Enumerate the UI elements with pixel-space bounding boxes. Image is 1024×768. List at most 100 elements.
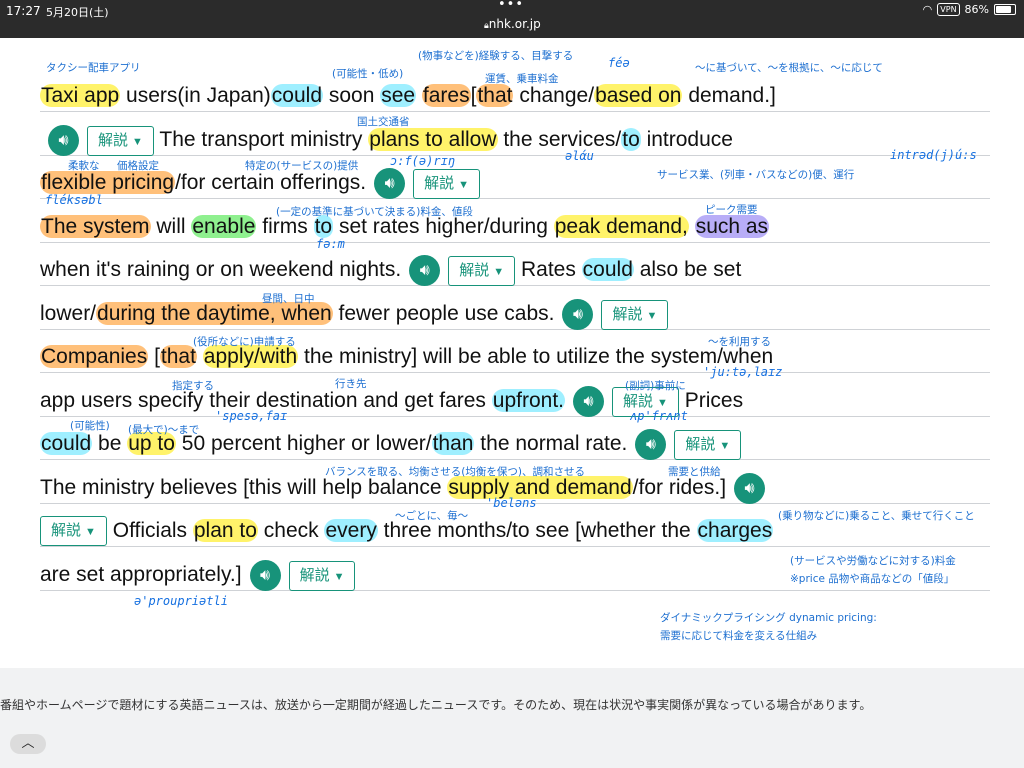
- highlighted-phrase: that: [476, 84, 514, 107]
- explanation-button[interactable]: 解説 ▼: [413, 168, 481, 199]
- pronunciation: əlάu: [565, 149, 594, 163]
- annotation: 柔軟な: [68, 160, 100, 172]
- text-segment: when it's raining or on weekend nights.: [40, 258, 402, 282]
- annotation: 指定する: [172, 380, 214, 392]
- highlighted-phrase: that: [159, 345, 197, 368]
- caret-down-icon: ▼: [646, 309, 658, 322]
- text-segment: the ministry] will be able to utilize th…: [298, 345, 774, 368]
- explanation-button[interactable]: 解説 ▼: [87, 125, 154, 156]
- text-segment: 50 percent higher or lower/: [175, 432, 432, 456]
- highlighted-phrase: could: [581, 258, 634, 282]
- article-line: lower/during the daytime, when fewer peo…: [40, 299, 669, 330]
- annotation: 国土交通省: [357, 116, 410, 128]
- url-text: nhk.or.jp: [488, 17, 541, 31]
- explanation-button[interactable]: 解説 ▼: [448, 255, 516, 286]
- text-segment: users(in Japan): [120, 84, 271, 107]
- highlighted-phrase: than: [431, 432, 475, 456]
- highlighted-phrase: every: [324, 519, 378, 542]
- address-bar[interactable]: 🔒︎nhk.or.jp: [484, 17, 541, 31]
- explanation-label: 解説: [623, 392, 654, 410]
- article-line: are set appropriately.] 🔊︎ 解説 ▼: [40, 560, 356, 591]
- highlighted-phrase: Taxi app: [40, 84, 121, 107]
- annotation: バランスを取る、均衡させる(均衡を保つ)、調和させる: [325, 466, 585, 478]
- pronunciation: 'ju:tə,laɪz: [703, 365, 783, 379]
- disclaimer-text: 番組やホームページで題材にする英語ニュースは、放送から一定期間が経過したニュース…: [0, 698, 872, 712]
- battery-percent: 86%: [964, 3, 989, 16]
- speaker-icon[interactable]: 🔊︎: [374, 168, 406, 199]
- explanation-button[interactable]: 解説 ▼: [288, 560, 356, 591]
- caret-down-icon: ▼: [657, 396, 668, 409]
- highlighted-phrase: upfront.: [491, 389, 565, 413]
- text-segment: soon: [323, 84, 381, 107]
- battery-icon: [994, 4, 1016, 15]
- annotation: タクシー配車アプリ: [46, 62, 141, 74]
- speaker-icon[interactable]: 🔊︎: [635, 429, 667, 460]
- explanation-button[interactable]: 解説 ▼: [601, 299, 669, 330]
- annotation: (乗り物などに)乗ること、乗せて行くこと: [778, 510, 975, 522]
- caret-down-icon: ▼: [458, 178, 470, 191]
- highlighted-phrase: supply and demand: [447, 476, 633, 500]
- speaker-icon[interactable]: 🔊︎: [48, 125, 79, 156]
- speaker-icon[interactable]: 🔊︎: [409, 255, 441, 286]
- explanation-label: 解説: [459, 261, 490, 279]
- explanation-label: 解説: [299, 566, 330, 584]
- annotation: (物事などを)経験する、目撃する: [418, 50, 574, 62]
- speaker-icon[interactable]: 🔊︎: [249, 560, 281, 591]
- pronunciation: ʌp'frʌnt: [630, 409, 688, 423]
- highlighted-phrase: Companies: [40, 345, 149, 368]
- annotation: ピーク需要: [705, 204, 758, 216]
- text-segment: change/: [513, 84, 595, 107]
- speaker-icon[interactable]: 🔊︎: [562, 299, 594, 330]
- annotation: (可能性): [70, 420, 110, 432]
- text-segment: fewer people use cabs.: [332, 302, 555, 326]
- annotation: (役所などに)申請する: [193, 336, 296, 348]
- highlighted-phrase: flexible pricing: [40, 171, 176, 195]
- text-segment: check: [257, 519, 325, 542]
- text-segment: /for rides.]: [632, 476, 727, 500]
- explanation-button[interactable]: 解説 ▼: [40, 516, 107, 547]
- highlighted-phrase: plans to allow: [368, 128, 498, 152]
- annotation: ～に基づいて、～を根拠に、～に応じて: [695, 62, 883, 74]
- pronunciation: ɔ:f(ə)rɪŋ: [390, 154, 456, 168]
- text-segment: [689, 215, 695, 238]
- highlighted-phrase: fares: [421, 84, 471, 107]
- status-indicators: ◠ VPN 86%: [923, 3, 1016, 16]
- collapse-button[interactable]: ︿: [10, 734, 46, 754]
- explanation-label: 解説: [51, 522, 82, 540]
- explanation-button[interactable]: 解説 ▼: [674, 429, 742, 460]
- speaker-icon[interactable]: 🔊︎: [734, 473, 766, 504]
- explanation-label: 解説: [612, 305, 643, 323]
- article-line: 🔊︎ 解説 ▼ The transport ministry plans to al…: [40, 125, 733, 156]
- annotation: (一定の基準に基づいて決まる)料金、値段: [276, 206, 473, 218]
- pronunciation: 'spesə,faɪ: [215, 409, 288, 423]
- text-segment: [: [148, 345, 160, 368]
- annotation: 価格設定: [117, 160, 159, 172]
- speaker-icon[interactable]: 🔊︎: [573, 386, 604, 417]
- caret-down-icon: ▼: [85, 526, 96, 539]
- annotation: (サービスや労働などに対する)料金: [790, 555, 956, 567]
- more-options-icon[interactable]: •••: [498, 0, 524, 12]
- wifi-icon: ◠: [922, 3, 933, 16]
- pronunciation: intrəd(j)ú:s: [890, 148, 977, 162]
- annotation: 昼間、日中: [262, 293, 315, 305]
- status-time: 17:27: [6, 4, 41, 18]
- annotation: 需要に応じて料金を変える仕組み: [660, 630, 818, 642]
- highlighted-phrase: could: [40, 432, 93, 456]
- footer: 番組やホームページで題材にする英語ニュースは、放送から一定期間が経過したニュース…: [0, 668, 1024, 768]
- annotation: ～を利用する: [708, 336, 771, 348]
- text-segment: be: [92, 432, 128, 456]
- text-segment: The transport ministry: [153, 128, 369, 152]
- status-date: 5月20日(土): [46, 6, 109, 19]
- text-segment: the normal rate.: [474, 432, 628, 456]
- annotation: ダイナミックプライシング dynamic pricing:: [660, 612, 877, 624]
- text-segment: Rates: [515, 258, 582, 282]
- highlighted-phrase: peak demand,: [553, 215, 689, 238]
- pronunciation: ə'proupriətli: [134, 594, 228, 608]
- highlighted-phrase: based on: [594, 84, 683, 107]
- annotation: (可能性・低め): [332, 68, 404, 80]
- annotation: (副詞)事前に: [625, 380, 686, 392]
- text-segment: lower/: [40, 302, 97, 326]
- highlighted-phrase: could: [270, 84, 323, 107]
- pronunciation: fə:m: [316, 237, 345, 251]
- pronunciation: 'beləns: [486, 496, 537, 510]
